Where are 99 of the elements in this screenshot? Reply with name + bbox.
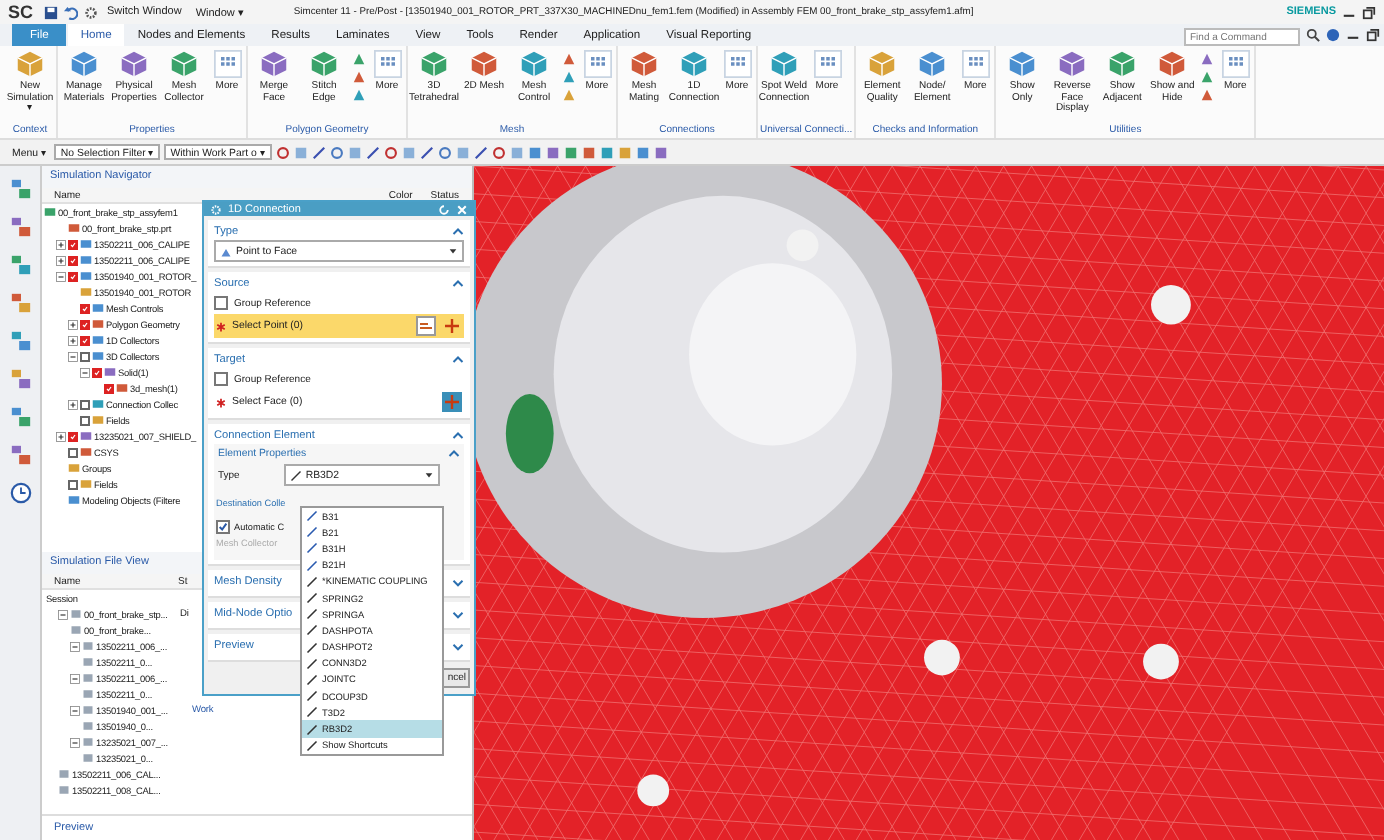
visibility-checkbox[interactable] <box>68 479 78 489</box>
crosshair-icon[interactable] <box>442 316 462 336</box>
collapse-icon[interactable] <box>58 609 68 619</box>
restore-icon[interactable] <box>1366 28 1380 42</box>
caret-icon <box>448 246 458 256</box>
expand-icon[interactable] <box>68 399 78 409</box>
collapse-icon[interactable] <box>70 705 80 715</box>
node-icon <box>116 382 128 394</box>
visibility-checkbox[interactable] <box>104 383 114 393</box>
expand-icon[interactable] <box>68 335 78 345</box>
reverse-direction-icon[interactable] <box>416 316 436 336</box>
element-line-icon <box>306 510 318 523</box>
node-icon <box>80 238 92 250</box>
navigator-icon[interactable] <box>9 368 31 390</box>
search-icon[interactable] <box>1306 28 1320 42</box>
checkbox[interactable] <box>214 296 228 310</box>
element-line-icon <box>306 723 318 736</box>
navigator-icon[interactable] <box>9 406 31 428</box>
node-icon <box>80 446 92 458</box>
point-face-icon <box>220 245 232 257</box>
clock-icon[interactable] <box>9 482 31 504</box>
visibility-checkbox[interactable] <box>68 447 78 457</box>
navigator-icon[interactable] <box>9 330 31 352</box>
asterisk-icon <box>216 321 226 331</box>
visibility-checkbox[interactable] <box>80 319 90 329</box>
navigator-icon[interactable] <box>9 216 31 238</box>
close-icon[interactable] <box>456 203 468 215</box>
node-icon <box>68 462 80 474</box>
collapse-icon[interactable] <box>68 351 78 361</box>
element-line-icon <box>306 559 318 572</box>
chevron-icon[interactable] <box>452 577 464 587</box>
expand-icon[interactable] <box>56 255 66 265</box>
element-line-icon <box>306 624 318 637</box>
visibility-checkbox[interactable] <box>80 399 90 409</box>
node-icon <box>44 206 56 218</box>
chevron-icon[interactable] <box>452 430 464 440</box>
app-logo: SC <box>8 2 34 22</box>
visibility-checkbox[interactable] <box>80 303 90 313</box>
node-icon <box>92 302 104 314</box>
node-icon <box>80 270 92 282</box>
node-icon <box>92 414 104 426</box>
chevron-icon[interactable] <box>452 354 464 364</box>
visibility-checkbox[interactable] <box>68 255 78 265</box>
element-line-icon <box>306 608 318 621</box>
navigator-icon[interactable] <box>9 292 31 314</box>
undo-icon[interactable] <box>63 5 78 19</box>
node-icon <box>92 398 104 410</box>
element-line-icon <box>306 706 318 719</box>
caret-icon <box>423 470 434 480</box>
collapse-icon[interactable] <box>70 737 80 747</box>
visibility-checkbox[interactable] <box>92 367 102 377</box>
element-line-icon <box>306 542 318 555</box>
element-line-icon <box>306 673 318 686</box>
node-icon <box>68 222 80 234</box>
expand-icon[interactable] <box>56 431 66 441</box>
element-line-icon <box>306 526 318 539</box>
collapse-icon[interactable] <box>80 367 90 377</box>
chevron-icon[interactable] <box>448 448 460 458</box>
line-icon <box>289 469 302 481</box>
checkbox[interactable] <box>214 372 228 386</box>
node-icon <box>68 494 80 506</box>
node-icon <box>104 366 116 378</box>
chevron-icon[interactable] <box>452 641 464 651</box>
element-line-icon <box>306 739 318 752</box>
navigator-icon[interactable] <box>9 178 31 200</box>
navigator-icon[interactable] <box>9 444 31 466</box>
expand-icon[interactable] <box>56 239 66 249</box>
element-line-icon <box>306 592 318 605</box>
visibility-checkbox[interactable] <box>68 431 78 441</box>
node-icon <box>80 254 92 266</box>
visibility-checkbox[interactable] <box>80 351 90 361</box>
gear-icon[interactable] <box>83 5 98 19</box>
visibility-checkbox[interactable] <box>68 271 78 281</box>
expand-icon[interactable] <box>68 319 78 329</box>
collapse-icon[interactable] <box>70 673 80 683</box>
element-line-icon <box>306 690 318 703</box>
restore-icon[interactable] <box>1362 5 1376 19</box>
chevron-icon[interactable] <box>452 278 464 288</box>
collapse-icon[interactable] <box>56 271 66 281</box>
element-line-icon <box>306 575 318 588</box>
visibility-checkbox[interactable] <box>68 239 78 249</box>
chevron-icon[interactable] <box>452 226 464 236</box>
save-icon[interactable] <box>43 5 58 19</box>
node-icon <box>92 318 104 330</box>
reset-icon[interactable] <box>438 203 450 215</box>
node-icon <box>80 478 92 490</box>
collapse-icon[interactable] <box>70 641 80 651</box>
visibility-checkbox[interactable] <box>80 415 90 425</box>
node-icon <box>80 286 92 298</box>
node-icon <box>80 430 92 442</box>
visibility-checkbox[interactable] <box>80 335 90 345</box>
checkbox[interactable] <box>216 520 230 534</box>
chevron-icon[interactable] <box>452 609 464 619</box>
node-icon <box>92 350 104 362</box>
element-line-icon <box>306 641 318 654</box>
node-icon <box>92 334 104 346</box>
element-line-icon <box>306 657 318 670</box>
asterisk-icon <box>216 397 226 407</box>
navigator-icon[interactable] <box>9 254 31 276</box>
